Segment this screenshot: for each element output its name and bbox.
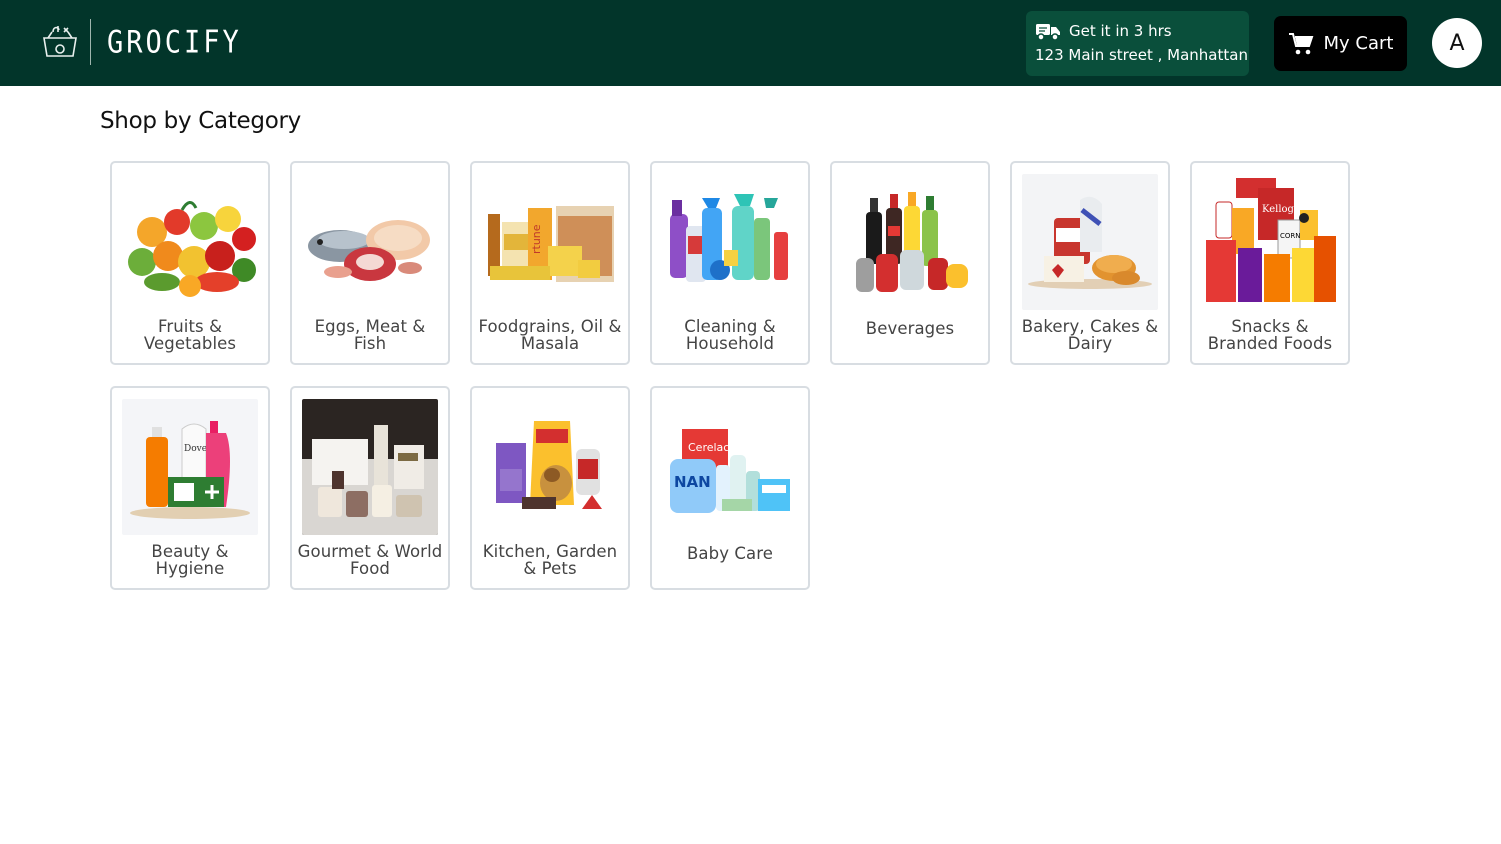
category-label: Fruits & Vegetables: [143, 317, 237, 353]
category-card-foodgrains[interactable]: rtune Foodgrains, Oil & Masala: [470, 161, 630, 365]
category-label: Snacks & Branded Foods: [1207, 317, 1333, 353]
foodgrains-image: rtune: [482, 174, 618, 310]
category-label: Foodgrains, Oil & Masala: [478, 317, 622, 353]
category-card-beverages[interactable]: Beverages: [830, 161, 990, 365]
category-card-gourmet[interactable]: Gourmet & World Food: [290, 386, 450, 590]
category-card-snacks[interactable]: Kellogg's CORN Snacks & Branded Foods: [1190, 161, 1350, 365]
page-title: Shop by Category: [100, 108, 301, 134]
gourmet-image: [302, 399, 438, 535]
category-card-bakery[interactable]: Bakery, Cakes & Dairy: [1010, 161, 1170, 365]
category-label: Cleaning & Household: [684, 317, 776, 353]
brand-logo[interactable]: GROCIFY: [38, 18, 242, 66]
beverages-image: [842, 174, 978, 310]
category-card-beauty[interactable]: Dove Beauty & Hygiene: [110, 386, 270, 590]
logo-divider: [90, 19, 91, 65]
brand-name: GROCIFY: [107, 24, 242, 60]
my-cart-button[interactable]: My Cart: [1274, 16, 1407, 71]
category-label: Kitchen, Garden & Pets: [482, 542, 618, 578]
category-grid: Fruits & Vegetables Eggs, Meat & Fish rt…: [110, 161, 1370, 590]
cleaning-image: [662, 174, 798, 310]
bakery-image: [1022, 174, 1158, 310]
category-label: Beverages: [865, 319, 955, 338]
svg-text:Dove: Dove: [184, 444, 207, 454]
category-card-cleaning[interactable]: Cleaning & Household: [650, 161, 810, 365]
category-card-fruits-vegetables[interactable]: Fruits & Vegetables: [110, 161, 270, 365]
fruits-vegetables-image: [122, 174, 258, 310]
svg-text:CORN: CORN: [1280, 232, 1301, 240]
category-label: Gourmet & World Food: [297, 542, 443, 578]
beauty-image: Dove: [122, 399, 258, 535]
top-header: GROCIFY Get it in 3 hrs 123 Main street …: [0, 0, 1501, 86]
svg-text:NAN: NAN: [674, 473, 711, 491]
delivery-eta: Get it in 3 hrs: [1069, 22, 1172, 40]
delivery-address: 123 Main street , Manhattan: [1035, 46, 1248, 64]
cart-icon: [1288, 32, 1313, 54]
user-avatar[interactable]: A: [1432, 18, 1482, 68]
svg-text:rtune: rtune: [530, 224, 543, 254]
basket-icon: [43, 26, 77, 57]
category-label: Bakery, Cakes & Dairy: [1021, 317, 1159, 353]
snacks-image: Kellogg's CORN: [1202, 174, 1338, 310]
eggs-meat-fish-image: [302, 174, 438, 310]
category-label: Beauty & Hygiene: [151, 542, 229, 578]
category-label: Eggs, Meat & Fish: [314, 317, 426, 353]
category-card-pets[interactable]: Kitchen, Garden & Pets: [470, 386, 630, 590]
svg-text:Cerelac: Cerelac: [688, 441, 729, 454]
delivery-info[interactable]: Get it in 3 hrs 123 Main street , Manhat…: [1026, 11, 1249, 76]
category-card-baby-care[interactable]: Cerelac NAN Baby Care: [650, 386, 810, 590]
cart-label: My Cart: [1323, 33, 1394, 54]
category-label: Baby Care: [686, 544, 774, 563]
pets-image: [482, 399, 618, 535]
baby-care-image: Cerelac NAN: [662, 399, 798, 535]
truck-icon: [1036, 24, 1060, 41]
category-card-eggs-meat-fish[interactable]: Eggs, Meat & Fish: [290, 161, 450, 365]
